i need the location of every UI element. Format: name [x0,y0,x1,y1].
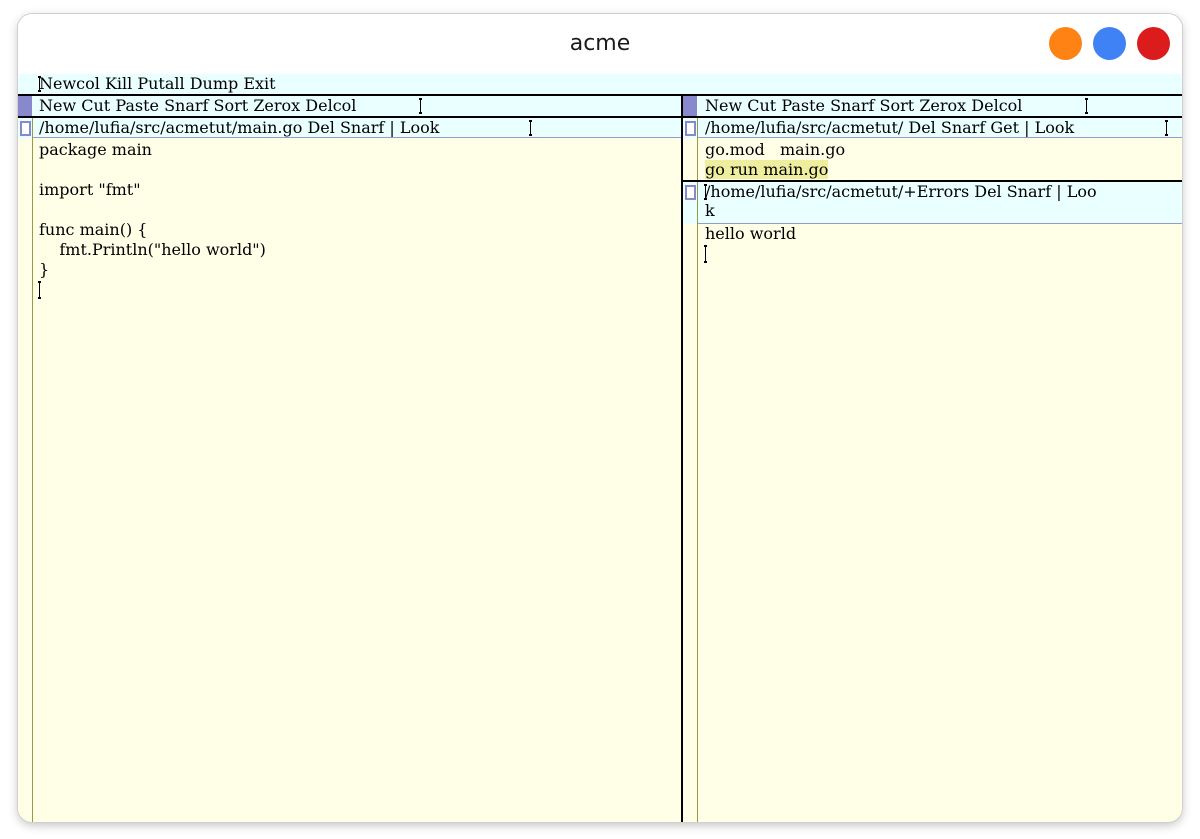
close-button[interactable] [1137,27,1170,60]
errors-output[interactable]: hello world [705,224,796,244]
main-go-tag-text[interactable]: /home/lufia/src/acmetut/main.go Del Snar… [39,118,440,138]
errors-window-box[interactable] [685,185,696,200]
column-1-layout-box[interactable] [18,96,32,116]
text-cursor [704,245,707,263]
errors-tag-text-line-1[interactable]: /home/lufia/src/acmetut/+Errors Del Snar… [705,182,1097,202]
errors-scrollbar[interactable] [683,224,698,822]
maximize-button[interactable] [1093,27,1126,60]
column-2-layout-box[interactable] [683,96,697,116]
dir-scrollbar[interactable] [683,139,698,180]
text-cursor [1165,120,1168,136]
minimize-button[interactable] [1049,27,1082,60]
main-tag-text[interactable]: Newcol Kill Putall Dump Exit [39,74,276,94]
dir-window-tag[interactable]: /home/lufia/src/acmetut/ Del Snarf Get |… [683,118,1182,138]
errors-window-tag[interactable]: /home/lufia/src/acmetut/+Errors Del Snar… [683,182,1182,224]
column-1-tag-text[interactable]: New Cut Paste Snarf Sort Zerox Delcol [39,96,356,116]
errors-tag-text-line-2[interactable]: k [705,201,715,221]
selected-command[interactable]: go run main.go [705,160,829,180]
column-1-tag[interactable]: New Cut Paste Snarf Sort Zerox Delcol [18,96,681,116]
main-go-window-box[interactable] [20,121,31,136]
window-title: acme [569,31,631,56]
text-cursor [1085,98,1088,114]
column-2-tag[interactable]: New Cut Paste Snarf Sort Zerox Delcol [683,96,1182,116]
main-go-window-tag[interactable]: /home/lufia/src/acmetut/main.go Del Snar… [18,118,681,138]
text-cursor [419,98,422,114]
text-cursor [529,120,532,136]
title-bar[interactable]: acme [18,14,1182,74]
text-cursor [38,281,41,299]
dir-listing[interactable]: go.mod main.go [705,140,845,160]
text-cursor [704,184,707,200]
selection-highlight[interactable]: go run main.go [705,160,829,179]
acme-window: acme Newcol Kill Putall Dump Exit New Cu… [18,14,1182,822]
main-go-body[interactable]: package main import "fmt" func main() { … [39,140,266,280]
column-2-tag-text[interactable]: New Cut Paste Snarf Sort Zerox Delcol [705,96,1022,116]
main-go-scrollbar[interactable] [18,139,33,822]
dir-tag-text[interactable]: /home/lufia/src/acmetut/ Del Snarf Get |… [705,118,1074,138]
main-tag[interactable]: Newcol Kill Putall Dump Exit [18,74,1182,94]
acme-editor: Newcol Kill Putall Dump Exit New Cut Pas… [18,74,1182,822]
dir-window-box[interactable] [685,121,696,136]
